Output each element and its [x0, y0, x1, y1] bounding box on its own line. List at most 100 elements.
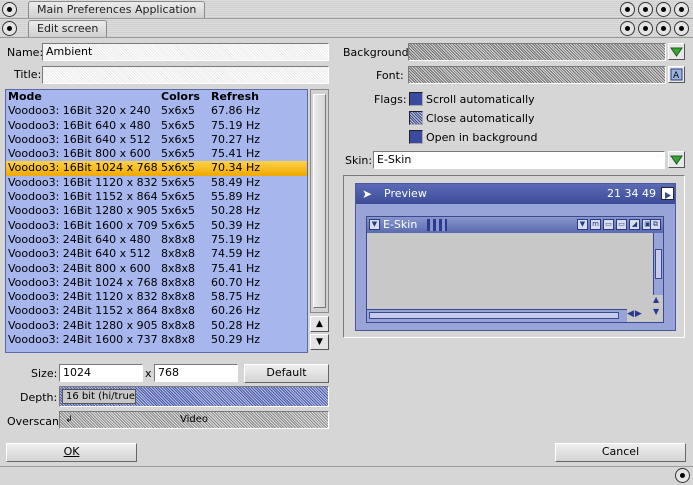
list-item-refresh: 50.28 Hz: [211, 204, 261, 218]
list-item-mode: Voodoo3: 24Bit 1152 x 864: [8, 304, 158, 318]
list-item-colors: 5x6x5: [161, 161, 196, 175]
zoom-button[interactable]: [656, 21, 671, 36]
list-item[interactable]: Voodoo3: 24Bit 1152 x 864 8x8x8 60.26 Hz: [6, 304, 307, 318]
overscan-label: Overscan:: [7, 415, 63, 428]
mode-list-scrollbar[interactable]: [310, 89, 329, 313]
list-item-refresh: 58.75 Hz: [211, 290, 261, 304]
list-item[interactable]: Voodoo3: 16Bit 1600 x 709 5x6x5 50.39 Hz: [6, 219, 307, 233]
title-field[interactable]: [42, 66, 329, 84]
overscan-cycle[interactable]: ↲ Video: [59, 411, 329, 429]
inner-close-icon: ▼: [369, 219, 380, 230]
close-auto-checkbox[interactable]: [409, 111, 423, 125]
zoom-icon: [661, 7, 666, 12]
arrow-down-icon: ▼: [316, 337, 323, 347]
name-field[interactable]: Ambient: [42, 43, 329, 61]
list-item-mode: Voodoo3: 24Bit 1280 x 905: [8, 318, 158, 332]
list-item-mode: Voodoo3: 24Bit 800 x 600: [8, 261, 151, 275]
snapshot-icon: [643, 26, 648, 31]
list-item-mode: Voodoo3: 16Bit 1120 x 832: [8, 175, 158, 189]
list-item-refresh: 75.41 Hz: [211, 261, 261, 275]
iconify-button[interactable]: [620, 21, 635, 36]
inner-zoom-icon: ▭: [603, 219, 614, 230]
depth-cycle[interactable]: 16 bit (hi/true): [59, 386, 329, 407]
default-button[interactable]: Default: [244, 364, 329, 383]
list-item-colors: 8x8x8: [161, 232, 196, 246]
inner-down-arrow-icon: ▼: [653, 307, 660, 316]
depth-button[interactable]: [674, 21, 689, 36]
size-gadget[interactable]: [675, 468, 690, 483]
status-strip: [0, 466, 693, 485]
list-item[interactable]: Voodoo3: 16Bit 1120 x 832 5x6x5 58.49 Hz: [6, 176, 307, 190]
list-item-refresh: 70.27 Hz: [211, 132, 261, 146]
zoom-button[interactable]: [656, 2, 671, 17]
list-item-mode: Voodoo3: 24Bit 1024 x 768: [8, 275, 158, 289]
mode-list[interactable]: Mode Colors Refresh Voodoo3: 16Bit 320 x…: [5, 89, 308, 353]
font-popup-button[interactable]: A: [668, 66, 685, 83]
list-item[interactable]: Voodoo3: 24Bit 1600 x 737 8x8x8 50.29 Hz: [6, 333, 307, 347]
size-times: x: [145, 367, 152, 380]
list-item-colors: 5x6x5: [161, 132, 196, 146]
skin-popup-button[interactable]: [668, 151, 685, 168]
list-item[interactable]: Voodoo3: 16Bit 640 x 480 5x6x5 75.19 Hz: [6, 119, 307, 133]
inner-size-icon: ◢: [629, 219, 640, 230]
list-item[interactable]: Voodoo3: 24Bit 800 x 600 8x8x8 75.41 Hz: [6, 262, 307, 276]
snapshot-button[interactable]: [638, 2, 653, 17]
inner-hscroll: [367, 309, 627, 322]
list-item[interactable]: Voodoo3: 16Bit 1280 x 905 5x6x5 50.28 Hz: [6, 204, 307, 218]
list-item[interactable]: Voodoo3: 16Bit 640 x 512 5x6x5 70.27 Hz: [6, 133, 307, 147]
list-item-refresh: 74.59 Hz: [211, 247, 261, 261]
flags-label: Flags:: [374, 93, 407, 106]
skin-field[interactable]: E-Skin: [373, 151, 665, 169]
depth-button[interactable]: [674, 2, 689, 17]
list-item[interactable]: Voodoo3: 24Bit 1024 x 768 8x8x8 60.70 Hz: [6, 276, 307, 290]
preview-clock: 21 34 49: [607, 187, 656, 200]
snapshot-icon: [643, 7, 648, 12]
close-dot-icon: [7, 26, 12, 31]
open-background-checkbox[interactable]: [409, 130, 423, 144]
list-item[interactable]: Voodoo3: 16Bit 800 x 600 5x6x5 75.41 Hz: [6, 147, 307, 161]
inner-lr-icons: ◀▶: [627, 309, 643, 319]
list-item[interactable]: Voodoo3: 24Bit 1120 x 832 8x8x8 58.75 Hz: [6, 290, 307, 304]
list-item[interactable]: Voodoo3: 16Bit 320 x 240 5x6x5 67.86 Hz: [6, 104, 307, 118]
list-item-colors: 8x8x8: [161, 275, 196, 289]
preview-frame: ➤ Preview 21 34 49 ▼ E-Skin ▼ m ▭ ▭ ◢ ▣ …: [355, 183, 676, 331]
background-label: Background:: [343, 46, 413, 59]
size-gadget-icon: [680, 473, 685, 478]
list-item-colors: 5x6x5: [161, 190, 196, 204]
snapshot-button[interactable]: [638, 21, 653, 36]
inner-depth-icon: ⧉: [650, 219, 661, 230]
list-item[interactable]: Voodoo3: 16Bit 1152 x 864 5x6x5 55.89 Hz: [6, 190, 307, 204]
preview-title-bar: ➤ Preview 21 34 49: [356, 184, 675, 204]
list-item-refresh: 75.19 Hz: [211, 118, 261, 132]
scroll-auto-checkbox[interactable]: [409, 92, 423, 106]
depth-label: Depth:: [20, 391, 58, 404]
list-item[interactable]: Voodoo3: 24Bit 640 x 512 8x8x8 74.59 Hz: [6, 247, 307, 261]
list-item-refresh: 55.89 Hz: [211, 190, 261, 204]
list-item[interactable]: Voodoo3: 16Bit 1024 x 768 5x6x5 70.34 Hz: [6, 161, 307, 176]
preview-title: Preview: [384, 187, 427, 200]
scroll-up-button[interactable]: ▲: [310, 316, 329, 332]
window-title-tab: Main Preferences Application: [28, 1, 206, 18]
background-popup-button[interactable]: [668, 43, 685, 60]
scroll-thumb[interactable]: [313, 94, 326, 308]
list-item-colors: 5x6x5: [161, 175, 196, 189]
list-item[interactable]: Voodoo3: 24Bit 640 x 480 8x8x8 75.19 Hz: [6, 233, 307, 247]
list-item-mode: Voodoo3: 24Bit 640 x 480: [8, 232, 151, 246]
width-field[interactable]: 1024: [59, 364, 143, 382]
inner-snap-icon: ▭: [616, 219, 627, 230]
list-item[interactable]: Voodoo3: 24Bit 1280 x 905 8x8x8 50.28 Hz: [6, 319, 307, 333]
background-pattern[interactable]: [408, 43, 666, 61]
subwindow-title-tab: Edit screen: [28, 20, 108, 37]
title-label: Title:: [14, 68, 42, 81]
list-item-colors: 5x6x5: [161, 104, 196, 118]
iconify-button[interactable]: [620, 2, 635, 17]
height-field[interactable]: 768: [154, 364, 238, 382]
ok-button[interactable]: OK: [6, 443, 137, 462]
scroll-down-button[interactable]: ▼: [310, 334, 329, 350]
font-pattern[interactable]: [408, 66, 666, 84]
cancel-button[interactable]: Cancel: [555, 443, 686, 462]
overscan-value: Video: [179, 414, 209, 425]
close-subwindow-button[interactable]: [2, 21, 17, 36]
inner-m-icon: m: [590, 219, 601, 230]
close-window-button[interactable]: [2, 2, 17, 17]
